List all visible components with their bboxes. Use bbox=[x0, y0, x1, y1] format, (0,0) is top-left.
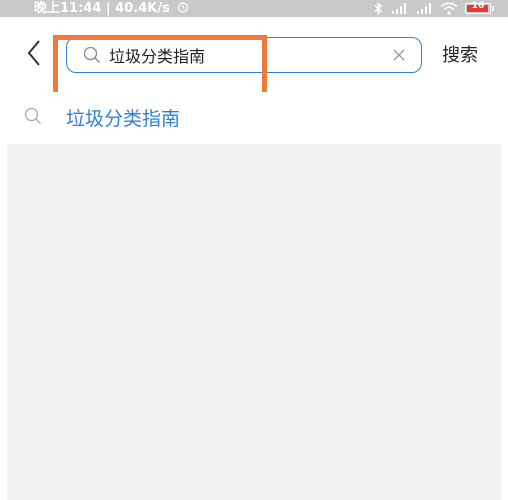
status-time-speed: 晚上11:44 | 40.4K/s bbox=[34, 0, 189, 17]
close-icon bbox=[393, 49, 405, 61]
back-button[interactable] bbox=[22, 35, 46, 71]
battery-indicator: 16 bbox=[465, 1, 491, 14]
search-icon bbox=[24, 107, 42, 125]
search-icon bbox=[83, 46, 101, 64]
alarm-clock-icon bbox=[178, 2, 189, 13]
clear-search-button[interactable] bbox=[391, 47, 407, 63]
search-suggestion-text: 垃圾分类指南 bbox=[66, 108, 181, 130]
results-area bbox=[7, 144, 501, 500]
wifi-icon bbox=[440, 2, 458, 15]
bluetooth-icon bbox=[374, 2, 382, 15]
search-box[interactable] bbox=[66, 37, 422, 73]
chevron-left-icon bbox=[27, 40, 40, 66]
status-bar: 晚上11:44 | 40.4K/s 16 bbox=[0, 0, 508, 17]
search-header: 搜索 bbox=[0, 17, 508, 111]
hd-signal-icon bbox=[392, 3, 406, 14]
search-suggestion-item[interactable]: 垃圾分类指南 bbox=[0, 92, 508, 144]
status-icons: 16 bbox=[374, 0, 494, 17]
search-submit-button[interactable]: 搜索 bbox=[442, 41, 478, 67]
battery-tip bbox=[492, 6, 494, 11]
search-input[interactable] bbox=[109, 42, 369, 68]
status-time-speed-text: 晚上11:44 | 40.4K/s bbox=[34, 1, 170, 16]
battery-level: 16 bbox=[471, 1, 485, 11]
hd-signal-icon bbox=[417, 3, 431, 14]
